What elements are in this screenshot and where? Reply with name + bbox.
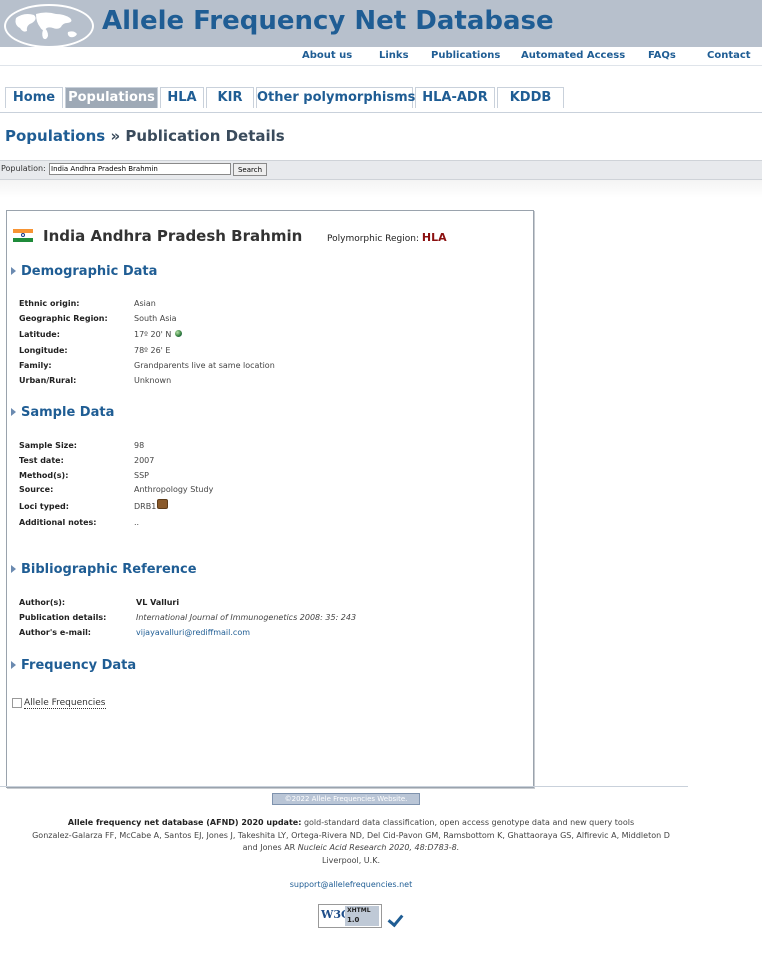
expand-arrow-icon — [11, 660, 16, 669]
database-icon[interactable] — [157, 499, 169, 509]
tab-kir[interactable]: KIR — [206, 87, 254, 108]
faqs-link[interactable]: FAQs — [648, 50, 676, 61]
tab-hla-adr[interactable]: HLA-ADR — [415, 87, 495, 108]
site-title: Allele Frequency Net Database — [102, 6, 554, 36]
tab-hla[interactable]: HLA — [160, 87, 204, 108]
polymorphic-region: Polymorphic Region: HLA — [327, 231, 447, 244]
world-map-icon[interactable] — [4, 4, 94, 48]
allele-frequencies-link[interactable]: Allele Frequencies — [12, 698, 106, 709]
tab-populations[interactable]: Populations — [65, 87, 158, 108]
about-us-link[interactable]: About us — [302, 50, 352, 61]
polymorphic-region-value: HLA — [421, 231, 447, 244]
copyright-badge: ©2022 Allele Frequencies Website. — [272, 793, 420, 805]
footer-divider — [0, 786, 688, 787]
divider-band — [0, 180, 762, 198]
publication-details-panel: India Andhra Pradesh Brahmin Polymorphic… — [6, 210, 534, 788]
globe-icon[interactable] — [175, 330, 183, 337]
tab-home[interactable]: Home — [5, 87, 63, 108]
population-search-bar: Population: Search — [0, 160, 762, 180]
breadcrumb-separator: » — [110, 127, 121, 145]
expand-arrow-icon — [11, 266, 16, 275]
bibliographic-reference-heading[interactable]: Bibliographic Reference — [11, 562, 197, 577]
tab-other-polymorphisms[interactable]: Other polymorphisms — [256, 87, 415, 108]
citation-block: Allele frequency net database (AFND) 202… — [32, 818, 670, 865]
w3c-xhtml-badge[interactable]: W3C XHTML 1.0 — [318, 904, 404, 928]
india-flag-icon — [13, 229, 33, 242]
checkmark-icon — [387, 910, 404, 928]
expand-arrow-icon — [11, 407, 16, 416]
author-email-link[interactable]: vijayavalluri@rediffmail.com — [136, 628, 250, 637]
polymorphic-region-label: Polymorphic Region: — [327, 234, 419, 244]
population-search-input[interactable] — [49, 163, 231, 175]
expand-arrow-icon — [11, 564, 16, 573]
publications-link[interactable]: Publications — [431, 50, 500, 61]
document-icon — [12, 698, 22, 708]
page-title: Publication Details — [125, 127, 285, 145]
sample-data-heading[interactable]: Sample Data — [11, 405, 114, 420]
main-nav-tabs: Home Populations HLA KIR Other polymorph… — [0, 87, 762, 113]
breadcrumb-section[interactable]: Populations — [5, 127, 105, 145]
population-name: India Andhra Pradesh Brahmin — [43, 227, 303, 245]
top-links-bar: About us Links Publications Automated Ac… — [0, 47, 762, 66]
links-link[interactable]: Links — [379, 50, 409, 61]
demographic-data-heading[interactable]: Demographic Data — [11, 264, 157, 279]
contact-link[interactable]: Contact — [707, 50, 751, 61]
automated-access-link[interactable]: Automated Access — [521, 50, 625, 61]
support-email-link[interactable]: support@allelefrequencies.net — [0, 880, 702, 889]
frequency-data-heading[interactable]: Frequency Data — [11, 658, 136, 673]
tab-kddb[interactable]: KDDB — [497, 87, 564, 108]
breadcrumb: Populations » Publication Details — [5, 127, 285, 145]
site-header: Allele Frequency Net Database — [0, 0, 762, 48]
search-button[interactable]: Search — [233, 163, 267, 176]
search-label: Population: — [1, 164, 46, 173]
